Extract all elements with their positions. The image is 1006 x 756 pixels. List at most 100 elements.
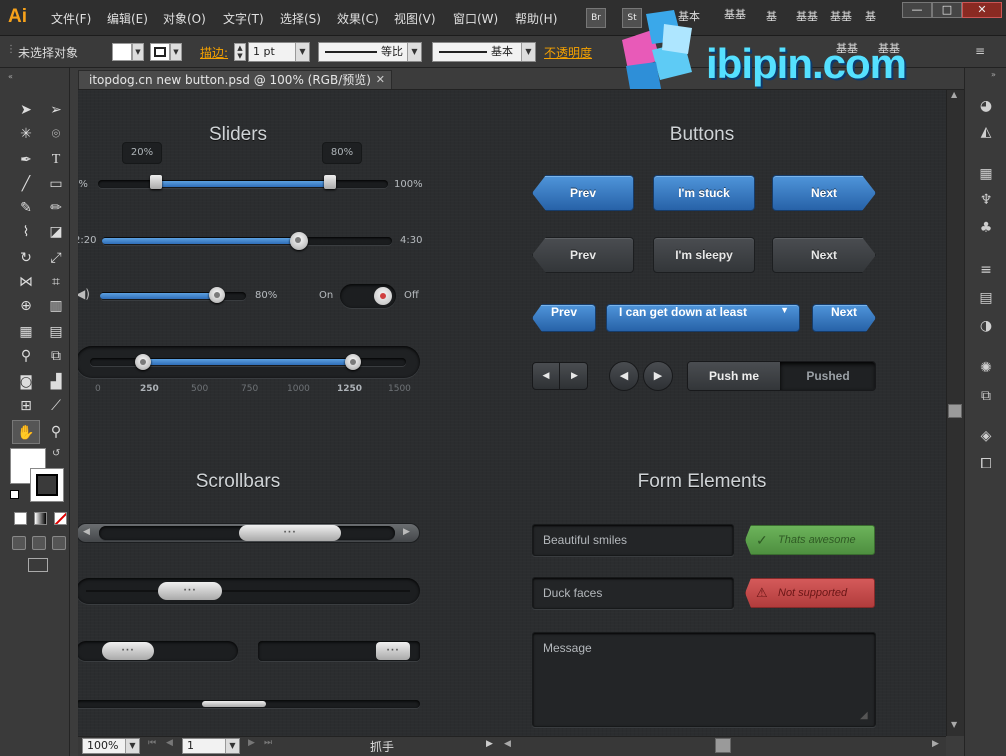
document-tab[interactable]: itopdog.cn new button.psd @ 100% (RGB/预览… [78, 70, 392, 90]
round-prev-button[interactable]: ◀ [609, 361, 639, 391]
pushed-button[interactable]: Pushed [780, 362, 875, 390]
next-page-icon[interactable]: ▶ [248, 738, 255, 748]
none-mode-icon[interactable] [54, 512, 67, 525]
chevron-down-icon[interactable]: ▼ [170, 43, 182, 61]
triangle-down-icon[interactable]: ▼ [951, 720, 957, 729]
next-button[interactable]: Next [772, 175, 876, 211]
scale-tool-icon[interactable]: ⤢ [42, 246, 70, 270]
default-colors-icon[interactable] [10, 490, 19, 499]
range-slider-handle-high[interactable] [324, 175, 336, 189]
collapse-icon[interactable]: « [8, 72, 13, 81]
symbol-sprayer-tool-icon[interactable]: ◙ [12, 370, 40, 394]
vertical-scroll-thumb[interactable] [948, 404, 962, 418]
chevron-down-icon[interactable]: ▼ [132, 43, 144, 61]
menu-file[interactable]: 文件(F) [51, 10, 91, 27]
text-field-smiles[interactable]: Beautiful smiles [532, 524, 734, 556]
draw-inside-icon[interactable] [52, 536, 66, 550]
vertical-scrollbar[interactable]: ▲ ▼ [946, 90, 964, 736]
menu-type[interactable]: 文字(T) [223, 10, 264, 27]
triangle-up-icon[interactable]: ▲ [951, 90, 957, 99]
pencil-tool-icon[interactable]: ✏ [42, 196, 70, 220]
color-palette-icon[interactable]: ◕ [973, 94, 999, 118]
menu-select[interactable]: 选择(S) [280, 10, 321, 27]
rectangle-tool-icon[interactable]: ▭ [42, 172, 70, 196]
time-slider-handle[interactable] [290, 232, 309, 250]
stroke-swatch[interactable] [150, 43, 170, 61]
selection-tool-icon[interactable]: ➤ [12, 98, 40, 122]
draw-normal-icon[interactable] [12, 536, 26, 550]
graph-tool-icon[interactable]: ▟ [42, 370, 70, 394]
range-slider-handle-low[interactable] [150, 175, 162, 189]
triangle-left-icon[interactable]: ◀ [533, 363, 560, 389]
menu-object[interactable]: 对象(O) [163, 10, 206, 27]
hand-tool-icon[interactable]: ✋ [12, 420, 40, 444]
menu-view[interactable]: 视图(V) [394, 10, 436, 27]
sleepy-button[interactable]: I'm sleepy [653, 237, 755, 273]
brush-dropdown[interactable]: 基本 ▼ [432, 42, 536, 62]
first-page-icon[interactable]: ⏮ [148, 738, 156, 748]
panel-menu-icon[interactable]: ≡ [975, 44, 985, 58]
scrollbar-thumb[interactable]: ··· [239, 525, 341, 541]
stroke-label[interactable]: 描边: [200, 44, 228, 61]
artboards-icon[interactable]: ⧠ [973, 452, 999, 476]
shape-builder-tool-icon[interactable]: ⊕ [12, 294, 40, 318]
type-tool-icon[interactable]: T [42, 148, 70, 172]
range-slider-track[interactable] [98, 180, 388, 188]
menu-window[interactable]: 窗口(W) [453, 10, 498, 27]
scrollbar-1[interactable]: ◀ ··· ▶ [78, 523, 420, 543]
push-me-button[interactable]: Push me [688, 362, 780, 390]
zoom-tool-icon[interactable]: ⚲ [42, 420, 70, 444]
dropdown-button[interactable]: I can get down at least ▼ [606, 304, 800, 332]
scrollbar-2[interactable]: ··· [78, 578, 420, 604]
scrollbar-thumb[interactable]: ··· [102, 642, 154, 660]
swatches-icon[interactable]: ▦ [973, 162, 999, 186]
workspace-label[interactable]: 基基 [724, 6, 746, 22]
resize-grip-icon[interactable]: ◢ [860, 710, 868, 721]
stuck-button[interactable]: I'm stuck [653, 175, 755, 211]
horizontal-scroll-thumb[interactable] [715, 738, 731, 753]
prev-button-dark[interactable]: Prev [532, 237, 634, 273]
artboard-tool-icon[interactable]: ⊞ [12, 394, 40, 418]
triangle-left-icon[interactable]: ◀ [504, 739, 511, 749]
opacity-label[interactable]: 不透明度 [544, 44, 592, 61]
triangle-right-icon[interactable]: ▶ [486, 739, 493, 749]
stroke-profile-dropdown[interactable]: 等比 ▼ [318, 42, 422, 62]
eraser-tool-icon[interactable]: ◪ [42, 220, 70, 244]
stroke-color-swatch[interactable] [30, 468, 64, 502]
symbols-icon[interactable]: ♣ [973, 216, 999, 240]
text-field-duck[interactable]: Duck faces [532, 577, 734, 609]
scrollbar-thumb[interactable]: ··· [158, 582, 222, 600]
gradient-icon[interactable]: ▤ [973, 286, 999, 310]
fill-swatch[interactable] [112, 43, 132, 61]
time-slider-track[interactable] [102, 237, 392, 245]
workspace-label[interactable]: 基 [766, 8, 777, 24]
direct-selection-tool-icon[interactable]: ➢ [42, 98, 70, 122]
next-button-dark[interactable]: Next [772, 237, 876, 273]
color-guide-icon[interactable]: ◭ [973, 120, 999, 144]
blob-brush-tool-icon[interactable]: ⌇ [12, 220, 40, 244]
maximize-button[interactable]: □ [932, 2, 962, 18]
minimize-button[interactable]: — [902, 2, 932, 18]
last-page-icon[interactable]: ⏭ [264, 738, 272, 748]
magic-wand-tool-icon[interactable]: ✳ [12, 122, 40, 146]
expand-icon[interactable]: » [991, 70, 996, 79]
zoom-dropdown[interactable]: 100% ▼ [82, 738, 140, 754]
toggle-switch[interactable] [340, 284, 396, 308]
eyedropper-tool-icon[interactable]: ⚲ [12, 344, 40, 368]
swap-colors-icon[interactable]: ↺ [52, 448, 60, 459]
draw-behind-icon[interactable] [32, 536, 46, 550]
color-mode-icon[interactable] [14, 512, 27, 525]
speaker-icon[interactable]: ◀) [78, 287, 90, 301]
perspective-grid-tool-icon[interactable]: ▥ [42, 294, 70, 318]
stepper-icon[interactable]: ▲ ▼ [234, 43, 246, 61]
stroke-icon[interactable]: ≡ [973, 258, 999, 282]
prev-page-icon[interactable]: ◀ [166, 738, 173, 748]
gradient-mode-icon[interactable] [34, 512, 47, 525]
width-tool-icon[interactable]: ⋈ [12, 270, 40, 294]
page-dropdown[interactable]: 1 ▼ [182, 738, 240, 754]
scrollbar-5[interactable] [78, 700, 420, 708]
triangle-left-icon[interactable]: ◀ [83, 527, 90, 537]
close-icon[interactable]: ✕ [376, 71, 385, 89]
workspace-label[interactable]: 基基 [796, 8, 818, 24]
prev-button[interactable]: Prev [532, 175, 634, 211]
